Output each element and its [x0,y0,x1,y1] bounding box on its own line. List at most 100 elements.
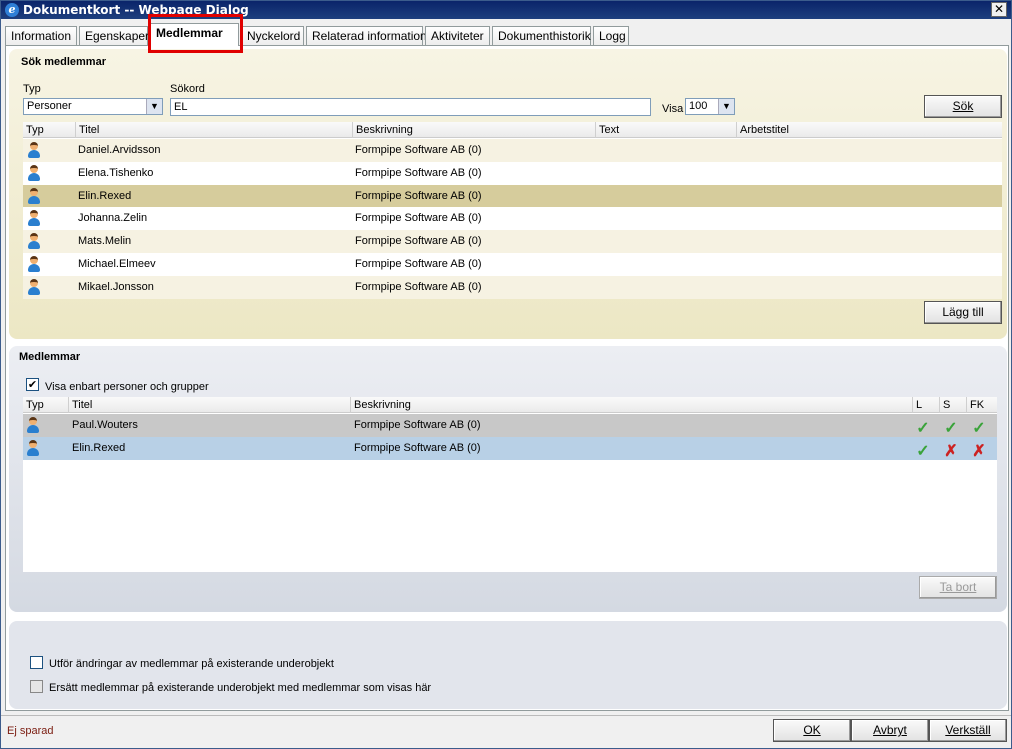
row-titel: Michael.Elmeev [78,258,156,270]
filter-checkbox-label: Visa enbart personer och grupper [45,381,209,393]
cancel-button[interactable]: Avbryt [851,719,929,742]
typ-select-value: Personer [27,100,72,112]
person-icon [26,417,40,434]
row-titel: Daniel.Arvidsson [78,144,161,156]
cross-icon-s[interactable]: ✗ [942,440,960,460]
column-header-typ[interactable]: Typ [23,397,44,413]
row-beskrivning: Formpipe Software AB (0) [355,235,482,248]
person-icon [27,142,41,159]
column-header-arbetstitel[interactable]: Arbetstitel [736,122,789,138]
row-titel: Elin.Rexed [78,189,132,202]
members-grid: Typ Titel Beskrivning L S FK Paul.Wouter… [23,397,997,572]
row-beskrivning: Formpipe Software AB (0) [355,144,482,156]
tab-nyckelord[interactable]: Nyckelord [241,26,304,46]
row-titel: Elin.Rexed [72,442,126,454]
row-titel: Elena.Tishenko [78,166,154,179]
members-grid-header: Typ Titel Beskrivning L S FK [23,397,997,413]
sokord-input[interactable]: EL [170,98,651,116]
row-beskrivning: Formpipe Software AB (0) [355,280,482,293]
row-beskrivning: Formpipe Software AB (0) [355,258,482,270]
typ-label: Typ [23,83,41,95]
ok-button-label: OK [803,723,821,737]
replace-members-label: Ersätt medlemmar på existerande underobj… [49,682,432,694]
column-header-beskrivning[interactable]: Beskrivning [352,122,413,138]
visa-label: Visa [662,103,684,115]
members-panel: Medlemmar ✔ Visa enbart personer och gru… [9,346,1007,612]
person-icon [27,210,41,227]
search-panel-title: Sök medlemmar [21,56,106,68]
row-titel: Mikael.Jonsson [78,280,154,293]
row-beskrivning: Formpipe Software AB (0) [355,212,482,225]
table-row[interactable]: Mats.Melin Formpipe Software AB (0) [23,230,1002,254]
table-row[interactable]: Elin.Rexed Formpipe Software AB (0) ✓ ✗ ✗ [23,437,997,460]
members-panel-title: Medlemmar [19,351,81,363]
tab-highlight-box [148,14,243,53]
search-panel: Sök medlemmar Typ Personer ▼ Sökord EL V… [9,49,1007,339]
cancel-button-label: Avbryt [873,723,907,737]
table-row[interactable]: Elena.Tishenko Formpipe Software AB (0) [23,161,1002,185]
column-header-titel[interactable]: Titel [75,122,99,138]
save-status: Ej sparad [7,725,54,737]
table-row[interactable]: Elin.Rexed Formpipe Software AB (0) [23,184,1002,208]
check-icon: ✔ [27,378,38,391]
row-titel: Mats.Melin [78,235,132,248]
check-icon-l[interactable]: ✓ [914,440,932,460]
column-header-titel[interactable]: Titel [68,397,92,413]
tab-dokumenthistorik[interactable]: Dokumenthistorik [492,26,591,46]
column-header-s[interactable]: S [939,397,950,413]
person-icon [27,256,41,273]
row-beskrivning: Formpipe Software AB (0) [354,419,481,431]
search-button[interactable]: Sök [924,95,1002,118]
table-row[interactable]: Paul.Wouters Formpipe Software AB (0) ✓ ✓ ✓ [23,414,997,437]
typ-select[interactable]: Personer ▼ [23,98,163,115]
dialog-window: e Dokumentkort -- Webpage Dialog ✕ Infor… [0,0,1012,749]
check-icon-s[interactable]: ✓ [942,417,960,437]
apply-button[interactable]: Verkställ [929,719,1007,742]
tab-information[interactable]: Information [5,26,77,46]
person-icon [27,233,41,250]
tab-egenskaper[interactable]: Egenskaper [79,26,149,46]
chevron-down-icon[interactable]: ▼ [146,99,162,114]
apply-to-subobjects-checkbox[interactable] [30,656,43,669]
chevron-down-icon[interactable]: ▼ [718,99,734,114]
column-header-fk[interactable]: FK [966,397,984,413]
search-results-grid: Typ Titel Beskrivning Text Arbetstitel D… [23,122,1002,299]
person-icon [26,440,40,457]
person-icon [27,278,41,296]
filter-checkbox[interactable]: ✔ [26,378,39,391]
add-button[interactable]: Lägg till [924,301,1002,324]
tab-content: Sök medlemmar Typ Personer ▼ Sökord EL V… [5,45,1009,711]
table-row[interactable]: Daniel.Arvidsson Formpipe Software AB (0) [23,139,1002,162]
column-header-l[interactable]: L [912,397,922,413]
row-beskrivning: Formpipe Software AB (0) [355,189,482,202]
table-row[interactable]: Mikael.Jonsson Formpipe Software AB (0) [23,275,1002,299]
cross-icon-fk[interactable]: ✗ [970,440,988,460]
tab-aktiviteter[interactable]: Aktiviteter [425,26,490,46]
visa-select-value: 100 [689,100,708,112]
sokord-label: Sökord [170,83,205,95]
check-icon-fk[interactable]: ✓ [970,417,988,437]
row-beskrivning: Formpipe Software AB (0) [354,442,481,454]
visa-select[interactable]: 100 ▼ [685,98,735,115]
tab-relaterad-information[interactable]: Relaterad information [306,26,427,46]
replace-members-checkbox[interactable] [30,680,43,693]
search-grid-header: Typ Titel Beskrivning Text Arbetstitel [23,122,1002,138]
ok-button[interactable]: OK [773,719,851,742]
column-header-beskrivning[interactable]: Beskrivning [350,397,411,413]
table-row[interactable]: Michael.Elmeev Formpipe Software AB (0) [23,253,1002,276]
status-bar: Ej sparad OK Avbryt Verkställ [1,715,1011,748]
column-header-text[interactable]: Text [595,122,619,138]
check-icon-l[interactable]: ✓ [914,417,932,437]
apply-button-label: Verkställ [945,723,991,737]
remove-button[interactable]: Ta bort [919,576,997,599]
search-button-label: Sök [952,99,974,113]
ie-icon: e [5,3,19,17]
close-icon[interactable]: ✕ [991,2,1007,17]
options-panel: Utför ändringar av medlemmar på existera… [9,621,1007,709]
apply-to-subobjects-label: Utför ändringar av medlemmar på existera… [49,658,334,670]
row-titel: Johanna.Zelin [78,212,148,225]
column-header-typ[interactable]: Typ [23,122,44,138]
row-titel: Paul.Wouters [72,419,138,431]
tab-logg[interactable]: Logg [593,26,629,46]
table-row[interactable]: Johanna.Zelin Formpipe Software AB (0) [23,207,1002,231]
